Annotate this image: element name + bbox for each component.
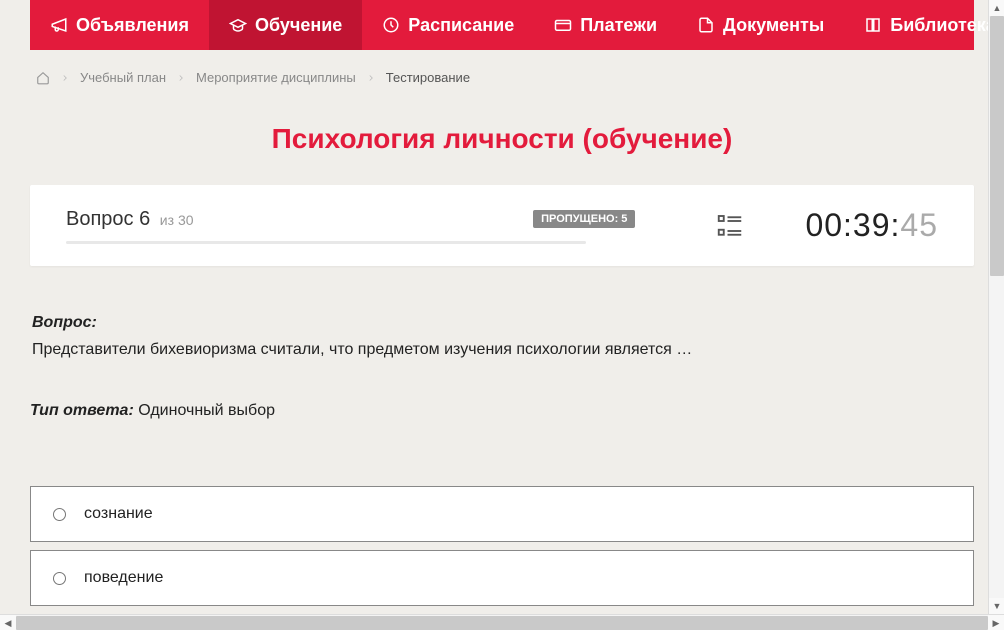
scroll-thumb[interactable]	[16, 616, 988, 630]
nav-label: Платежи	[580, 15, 657, 36]
answer-option[interactable]: сознание	[30, 486, 974, 542]
question-number: Вопрос 6 из 30	[66, 208, 194, 231]
question-list-icon[interactable]	[715, 211, 745, 241]
breadcrumb: Учебный план Мероприятие дисциплины Тест…	[30, 60, 974, 95]
home-icon[interactable]	[36, 71, 50, 85]
horizontal-scrollbar[interactable]: ◀ ▶	[0, 614, 1004, 630]
main-nav: Объявления Обучение Расписание Платежи Д…	[30, 0, 974, 50]
scroll-up-icon[interactable]: ▲	[989, 0, 1004, 16]
answer-radio[interactable]	[53, 572, 66, 585]
progress-bar	[66, 241, 586, 244]
chevron-right-icon	[60, 73, 70, 83]
file-icon	[697, 16, 715, 34]
nav-documents[interactable]: Документы	[677, 0, 844, 50]
megaphone-icon	[50, 16, 68, 34]
answer-text: поведение	[84, 569, 163, 587]
nav-label: Документы	[723, 15, 824, 36]
nav-label: Расписание	[408, 15, 514, 36]
card-icon	[554, 16, 572, 34]
answer-option[interactable]: поведение	[30, 550, 974, 606]
book-icon	[864, 16, 882, 34]
scroll-left-icon[interactable]: ◀	[0, 615, 16, 630]
scroll-right-icon[interactable]: ▶	[988, 615, 1004, 630]
answer-text: сознание	[84, 505, 153, 523]
breadcrumb-link[interactable]: Учебный план	[80, 70, 166, 85]
nav-label: Библиотека	[890, 15, 996, 36]
graduation-icon	[229, 16, 247, 34]
answer-radio[interactable]	[53, 508, 66, 521]
question-label: Вопрос:	[32, 314, 972, 332]
question-text: Представители бихевиоризма считали, что …	[32, 338, 972, 362]
clock-icon	[382, 16, 400, 34]
skipped-badge: ПРОПУЩЕНО: 5	[533, 210, 635, 228]
timer: 00:39:45	[805, 207, 938, 244]
chevron-right-icon	[366, 73, 376, 83]
nav-announcements[interactable]: Объявления	[30, 0, 209, 50]
nav-schedule[interactable]: Расписание	[362, 0, 534, 50]
vertical-scrollbar[interactable]: ▲ ▼	[988, 0, 1004, 614]
scroll-thumb[interactable]	[990, 16, 1004, 276]
nav-label: Обучение	[255, 15, 342, 36]
scroll-down-icon[interactable]: ▼	[989, 598, 1004, 614]
chevron-right-icon	[176, 73, 186, 83]
status-bar: Вопрос 6 из 30 ПРОПУЩЕНО: 5 00:39:45	[30, 185, 974, 266]
nav-learning[interactable]: Обучение	[209, 0, 362, 50]
nav-payments[interactable]: Платежи	[534, 0, 677, 50]
nav-label: Объявления	[76, 15, 189, 36]
nav-library[interactable]: Библиотека	[844, 0, 1004, 50]
breadcrumb-link[interactable]: Мероприятие дисциплины	[196, 70, 356, 85]
answers-list: сознание поведение бессознательное	[30, 486, 974, 614]
page-title: Психология личности (обучение)	[0, 123, 1004, 155]
answer-type: Тип ответа: Одиночный выбор	[30, 402, 974, 420]
breadcrumb-current: Тестирование	[386, 70, 470, 85]
